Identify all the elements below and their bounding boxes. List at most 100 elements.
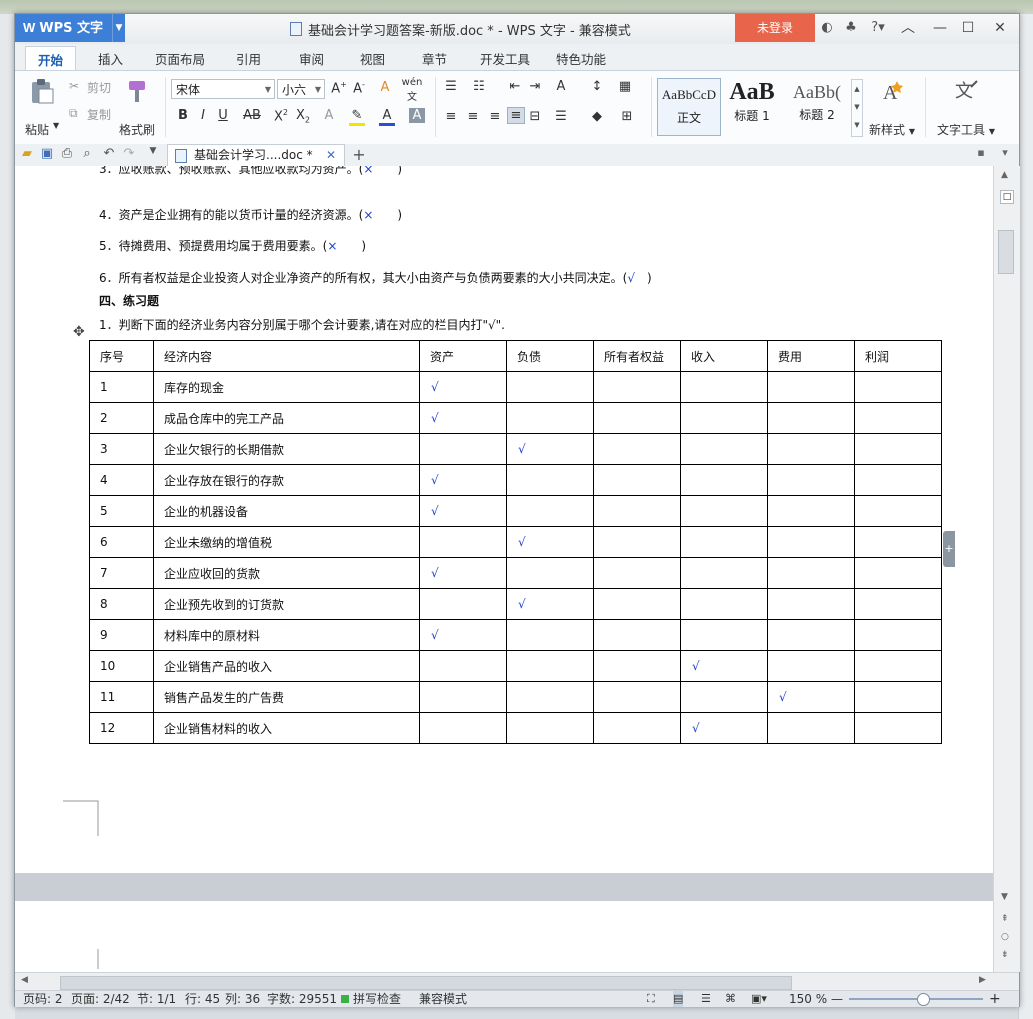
element-cell[interactable] xyxy=(593,650,681,682)
tab-page-layout[interactable]: 页面布局 xyxy=(155,49,205,68)
scroll-left-icon[interactable]: ◀ xyxy=(21,975,28,985)
element-cell[interactable] xyxy=(854,681,942,713)
tab-developer[interactable]: 开发工具 xyxy=(480,49,530,68)
tab-view[interactable]: 视图 xyxy=(360,49,385,68)
cut-icon[interactable]: ✂ xyxy=(69,79,79,93)
element-cell[interactable] xyxy=(767,619,855,651)
undo-icon[interactable]: ↶ xyxy=(101,146,117,161)
element-cell[interactable]: √ xyxy=(680,712,768,744)
element-cell[interactable] xyxy=(593,371,681,403)
vertical-scroll-thumb[interactable] xyxy=(998,230,1014,274)
element-cell[interactable] xyxy=(593,464,681,496)
element-cell[interactable] xyxy=(593,495,681,527)
sort-icon[interactable]: ↕ xyxy=(589,79,605,94)
print-icon[interactable]: ⎙ xyxy=(59,146,75,161)
chevron-down-icon[interactable]: ▼ xyxy=(112,14,125,42)
text-tools-icon[interactable]: 文 xyxy=(953,77,981,105)
new-style-button[interactable]: 新样式 ▼ xyxy=(869,121,915,138)
font-name-select[interactable]: 宋体 ▼ xyxy=(171,79,275,99)
element-cell[interactable] xyxy=(767,557,855,589)
bold-icon[interactable]: B xyxy=(175,108,191,123)
element-cell[interactable] xyxy=(767,588,855,620)
strikethrough-icon[interactable]: AB xyxy=(241,108,263,123)
close-button[interactable]: ✕ xyxy=(987,18,1013,38)
element-cell[interactable] xyxy=(593,681,681,713)
table-grid-icon[interactable]: ▦ xyxy=(617,79,633,94)
scroll-down-icon[interactable]: ▼ xyxy=(1001,892,1008,902)
paste-icon[interactable] xyxy=(27,77,55,105)
element-cell[interactable] xyxy=(506,464,594,496)
vertical-scrollbar[interactable]: ▲ □ ▼ ⇞ ○ ⇟ xyxy=(993,166,1020,972)
element-cell[interactable] xyxy=(680,371,768,403)
element-cell[interactable] xyxy=(680,557,768,589)
align-center-icon[interactable]: ≡ xyxy=(465,109,481,124)
grow-font-icon[interactable]: A+ xyxy=(331,80,347,96)
shading-icon[interactable]: ◆ xyxy=(589,109,605,124)
horizontal-scrollbar[interactable]: ◀ ▶ xyxy=(15,972,1019,991)
element-cell[interactable] xyxy=(593,402,681,434)
outline-view-icon[interactable]: ☰ xyxy=(701,991,711,1007)
element-cell[interactable] xyxy=(680,526,768,558)
element-cell[interactable] xyxy=(506,557,594,589)
justify-icon[interactable]: ≡ xyxy=(507,107,525,124)
collapse-ribbon-icon[interactable]: ︿ xyxy=(895,18,921,38)
element-cell[interactable] xyxy=(767,433,855,465)
web-view-icon[interactable]: ⌘ xyxy=(725,991,736,1007)
redo-icon[interactable]: ↷ xyxy=(121,146,137,161)
element-cell[interactable]: √ xyxy=(419,464,507,496)
new-tab-button[interactable]: + xyxy=(351,145,367,164)
align-left-icon[interactable]: ≡ xyxy=(443,109,459,124)
copy-button[interactable]: 复制 xyxy=(87,106,111,123)
style-heading-2[interactable]: AaBb( 标题 2 xyxy=(785,78,849,136)
element-cell[interactable] xyxy=(767,526,855,558)
help-button[interactable]: ?▾ xyxy=(866,20,890,36)
change-case-icon[interactable]: A xyxy=(553,79,569,94)
element-cell[interactable] xyxy=(419,681,507,713)
side-panel-toggle[interactable]: + xyxy=(943,531,955,567)
numbering-icon[interactable]: ☷ xyxy=(471,79,487,94)
element-cell[interactable] xyxy=(854,464,942,496)
element-cell[interactable]: √ xyxy=(767,681,855,713)
skin-icon[interactable]: ◐ xyxy=(819,20,835,36)
element-cell[interactable] xyxy=(680,619,768,651)
element-cell[interactable] xyxy=(680,588,768,620)
element-cell[interactable] xyxy=(506,371,594,403)
element-cell[interactable]: √ xyxy=(506,433,594,465)
element-cell[interactable] xyxy=(506,402,594,434)
element-cell[interactable] xyxy=(854,371,942,403)
element-cell[interactable]: √ xyxy=(419,495,507,527)
element-cell[interactable] xyxy=(593,588,681,620)
app-menu-button[interactable]: W WPS 文字 ▼ xyxy=(15,14,125,42)
tab-features[interactable]: 特色功能 xyxy=(556,49,606,68)
element-cell[interactable] xyxy=(506,650,594,682)
element-cell[interactable] xyxy=(506,619,594,651)
open-folder-icon[interactable]: ▰ xyxy=(19,146,35,161)
text-effect-icon[interactable]: A xyxy=(321,108,337,123)
element-cell[interactable] xyxy=(854,402,942,434)
zoom-slider-thumb[interactable] xyxy=(917,993,930,1006)
element-cell[interactable] xyxy=(680,433,768,465)
element-cell[interactable] xyxy=(767,495,855,527)
print-preview-icon[interactable]: ⌕ xyxy=(79,146,95,161)
element-cell[interactable] xyxy=(854,588,942,620)
element-cell[interactable] xyxy=(767,650,855,682)
restore-tab-icon[interactable]: ▪ xyxy=(973,146,989,159)
element-cell[interactable] xyxy=(506,681,594,713)
format-painter-button[interactable]: 格式刷 xyxy=(119,121,155,138)
horizontal-scroll-thumb[interactable] xyxy=(60,976,792,990)
element-cell[interactable]: √ xyxy=(419,371,507,403)
copy-icon[interactable]: ⧉ xyxy=(69,106,78,121)
element-cell[interactable] xyxy=(593,712,681,744)
highlight-icon[interactable]: ✎ xyxy=(349,108,365,126)
table-move-handle-icon[interactable]: ✥ xyxy=(73,324,85,340)
shirt-icon[interactable]: ♣ xyxy=(843,20,859,36)
distributed-icon[interactable]: ⊟ xyxy=(527,109,543,124)
element-cell[interactable] xyxy=(854,557,942,589)
tab-review[interactable]: 审阅 xyxy=(299,49,324,68)
element-cell[interactable]: √ xyxy=(506,526,594,558)
browse-object-icon[interactable]: ○ xyxy=(1001,932,1009,942)
element-cell[interactable] xyxy=(593,619,681,651)
close-tab-icon[interactable]: ✕ xyxy=(326,145,336,165)
superscript-icon[interactable]: X2 xyxy=(273,108,289,124)
login-button[interactable]: 未登录 xyxy=(735,14,815,42)
